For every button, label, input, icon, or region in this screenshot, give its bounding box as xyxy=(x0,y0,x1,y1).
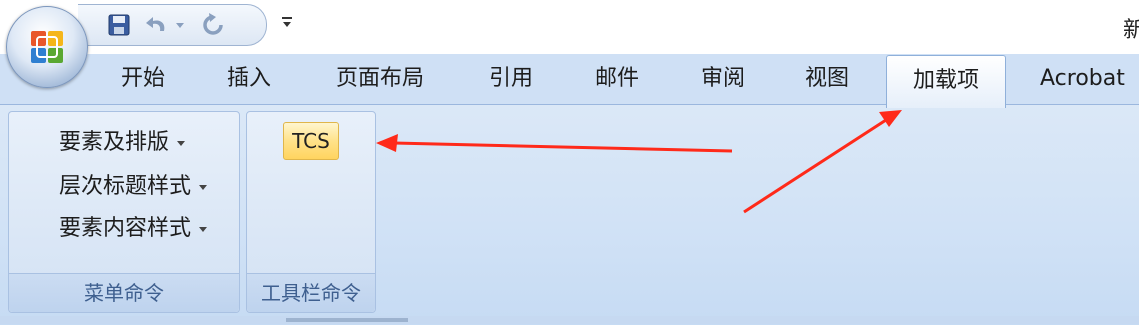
tab-mailings[interactable]: 邮件 xyxy=(574,54,660,104)
group-label: 菜单命令 xyxy=(9,273,239,312)
menu-item-label: 要素及排版 xyxy=(59,130,170,155)
tab-acrobat[interactable]: Acrobat xyxy=(1030,54,1139,104)
save-button[interactable] xyxy=(104,12,134,38)
quick-access-toolbar xyxy=(78,4,267,46)
tcs-button[interactable]: TCS xyxy=(283,122,339,160)
dropdown-arrow-icon xyxy=(177,140,186,146)
toolbar-commands-group: TCS 工具栏命令 xyxy=(246,111,376,313)
floppy-disk-icon xyxy=(108,14,130,36)
window-title: 新 xyxy=(1122,18,1139,43)
menu-item-label: 要素内容样式 xyxy=(59,216,192,241)
tab-view[interactable]: 视图 xyxy=(784,54,870,104)
redo-icon xyxy=(203,13,223,35)
menu-commands-group: 要素及排版 层次标题样式 要素内容样式 菜单命令 xyxy=(8,111,240,313)
office-button[interactable] xyxy=(6,6,88,88)
tab-references[interactable]: 引用 xyxy=(468,54,554,104)
redo-button[interactable] xyxy=(196,12,230,38)
scroll-thumb xyxy=(286,318,408,322)
tab-home[interactable]: 开始 xyxy=(100,54,186,104)
dropdown-arrow-icon xyxy=(199,184,208,190)
tab-insert[interactable]: 插入 xyxy=(206,54,292,104)
tab-review[interactable]: 审阅 xyxy=(680,54,766,104)
undo-icon xyxy=(146,17,184,31)
customize-toolbar-button[interactable] xyxy=(280,14,294,28)
title-bar: 新 xyxy=(0,0,1139,54)
ribbon-panel: 要素及排版 层次标题样式 要素内容样式 菜单命令 TCS 工具栏命令 xyxy=(0,104,1139,325)
chevron-down-icon xyxy=(282,17,292,27)
heading-styles-menu[interactable]: 层次标题样式 xyxy=(59,170,208,204)
ribbon-tab-strip: 开始 插入 页面布局 引用 邮件 审阅 视图 加载项 Acrobat xyxy=(0,54,1139,108)
group-label: 工具栏命令 xyxy=(247,273,375,312)
content-styles-menu[interactable]: 要素内容样式 xyxy=(59,212,208,246)
tab-page-layout[interactable]: 页面布局 xyxy=(318,54,442,104)
office-logo-icon xyxy=(31,31,63,63)
elements-layout-menu[interactable]: 要素及排版 xyxy=(59,126,186,160)
undo-button[interactable] xyxy=(142,12,190,38)
menu-item-label: 层次标题样式 xyxy=(59,174,192,199)
dropdown-arrow-icon xyxy=(199,226,208,232)
ribbon-bottom-edge xyxy=(0,316,1139,324)
tab-add-ins[interactable]: 加载项 xyxy=(886,55,1006,108)
